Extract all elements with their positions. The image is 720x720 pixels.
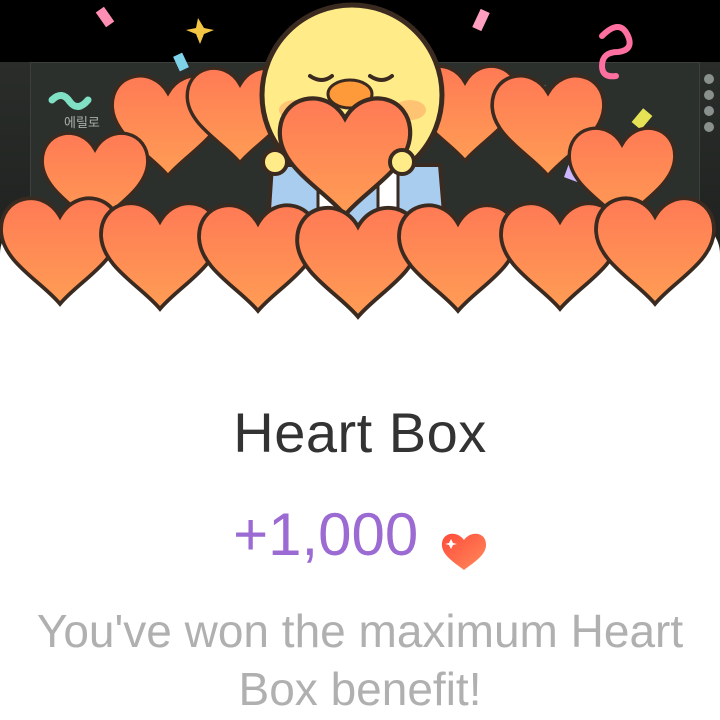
heart-icon xyxy=(441,515,487,571)
popup-message: You've won the maximum Heart Box benefit… xyxy=(36,605,684,715)
heart-box-popup: 에릴로 Heart Box +1,000 You've won the maxi… xyxy=(0,0,720,720)
reward-amount-row: +1,000 xyxy=(0,500,720,571)
reward-amount: +1,000 xyxy=(233,501,419,568)
popup-title: Heart Box xyxy=(233,401,487,464)
heart-box-illustration xyxy=(0,2,716,319)
